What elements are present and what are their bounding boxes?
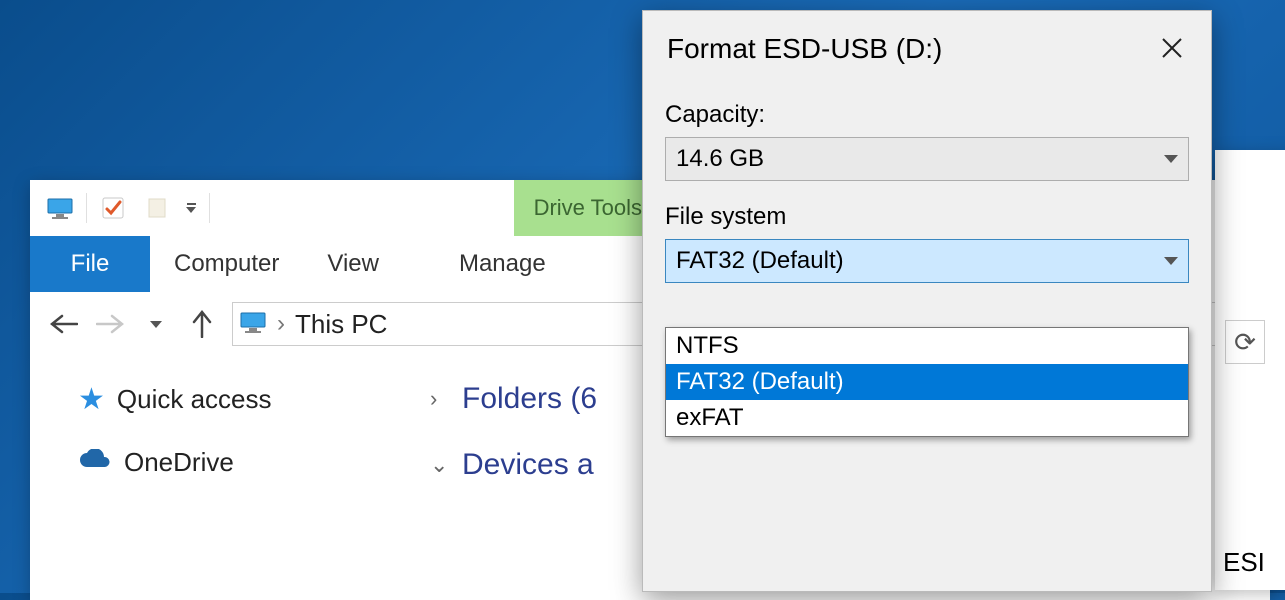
chevron-down-icon bbox=[1164, 155, 1178, 163]
format-dialog: Format ESD-USB (D:) Capacity: 14.6 GB Fi… bbox=[642, 10, 1212, 592]
chevron-right-icon: › bbox=[430, 386, 452, 412]
quick-access-icon: ★ bbox=[78, 382, 105, 417]
folders-group-header[interactable]: › Folders (6 bbox=[430, 382, 597, 416]
navigation-pane: ★ Quick access OneDrive bbox=[30, 356, 430, 600]
address-pc-icon bbox=[239, 311, 267, 338]
tab-manage[interactable]: Manage bbox=[433, 236, 572, 292]
breadcrumb-this-pc[interactable]: This PC bbox=[295, 309, 387, 340]
filesystem-dropdown-list: NTFS FAT32 (Default) exFAT bbox=[665, 327, 1189, 437]
filesystem-option-ntfs[interactable]: NTFS bbox=[666, 328, 1188, 364]
capacity-value: 14.6 GB bbox=[676, 145, 764, 173]
capacity-select[interactable]: 14.6 GB bbox=[665, 137, 1189, 181]
filesystem-option-exfat[interactable]: exFAT bbox=[666, 400, 1188, 436]
close-button[interactable] bbox=[1157, 33, 1187, 63]
nav-back-button[interactable] bbox=[48, 308, 80, 340]
refresh-icon[interactable]: ⟳ bbox=[1225, 320, 1265, 364]
partial-label: ESI bbox=[1223, 547, 1265, 578]
capacity-label: Capacity: bbox=[665, 101, 1189, 129]
filesystem-select[interactable]: FAT32 (Default) bbox=[665, 239, 1189, 283]
qat-dropdown-icon[interactable] bbox=[179, 192, 203, 224]
tab-view[interactable]: View bbox=[303, 236, 403, 292]
filesystem-value: FAT32 (Default) bbox=[676, 247, 844, 275]
properties-icon[interactable] bbox=[97, 192, 129, 224]
new-folder-icon[interactable] bbox=[141, 192, 173, 224]
chevron-down-icon: ⌄ bbox=[430, 452, 452, 478]
nav-onedrive[interactable]: OneDrive bbox=[78, 447, 430, 478]
background-window: ⟳ ESI bbox=[1215, 150, 1285, 590]
dialog-title: Format ESD-USB (D:) bbox=[667, 33, 942, 65]
file-tab[interactable]: File bbox=[30, 236, 150, 292]
devices-group-header[interactable]: ⌄ Devices a bbox=[430, 448, 597, 482]
drive-tools-label: Drive Tools bbox=[534, 195, 642, 221]
filesystem-label: File system bbox=[665, 203, 1189, 231]
recent-locations-dropdown[interactable] bbox=[140, 308, 172, 340]
onedrive-icon bbox=[78, 447, 112, 478]
filesystem-option-fat32[interactable]: FAT32 (Default) bbox=[666, 364, 1188, 400]
nav-up-button[interactable] bbox=[186, 308, 218, 340]
breadcrumb-chevron-icon[interactable]: › bbox=[277, 310, 285, 338]
nav-quick-access[interactable]: ★ Quick access bbox=[78, 382, 430, 417]
this-pc-icon bbox=[44, 192, 76, 224]
tab-computer[interactable]: Computer bbox=[150, 236, 303, 292]
nav-forward-button[interactable] bbox=[94, 308, 126, 340]
drive-tools-context-tab: Drive Tools bbox=[514, 180, 662, 236]
chevron-down-icon bbox=[1164, 257, 1178, 265]
main-content-pane: › Folders (6 ⌄ Devices a bbox=[430, 356, 597, 600]
